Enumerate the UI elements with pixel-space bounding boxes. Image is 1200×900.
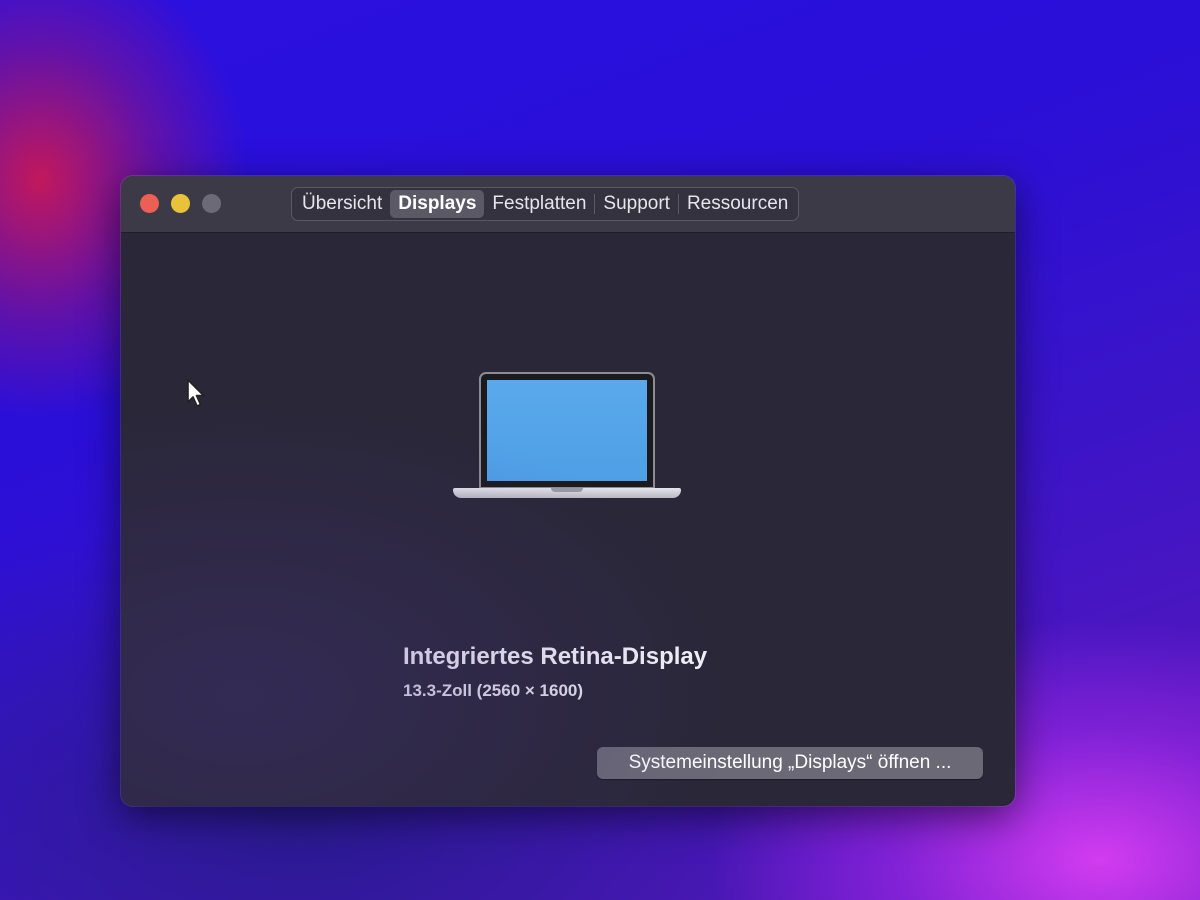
laptop-screen bbox=[487, 380, 647, 481]
displays-pane: Integriertes Retina-Display 13.3-Zoll (2… bbox=[121, 233, 1015, 806]
mouse-pointer-icon bbox=[187, 379, 205, 407]
tab-overview[interactable]: Übersicht bbox=[294, 190, 390, 218]
display-name: Integriertes Retina-Display bbox=[403, 643, 708, 670]
title-bar: Übersicht Displays Festplatten Support R… bbox=[121, 176, 1015, 233]
about-this-mac-window: Übersicht Displays Festplatten Support R… bbox=[121, 176, 1015, 806]
tab-displays[interactable]: Displays bbox=[390, 190, 485, 218]
close-button[interactable] bbox=[140, 194, 159, 213]
tab-storage[interactable]: Festplatten bbox=[484, 190, 594, 218]
display-spec: 13.3-Zoll (2560 × 1600) bbox=[403, 681, 584, 700]
tab-resources[interactable]: Ressourcen bbox=[679, 190, 796, 218]
laptop-icon bbox=[453, 372, 681, 506]
minimize-button[interactable] bbox=[171, 194, 190, 213]
open-display-settings-button[interactable]: Systemeinstellung „Displays“ öffnen ... bbox=[597, 747, 983, 779]
tab-support[interactable]: Support bbox=[595, 190, 678, 218]
zoom-button[interactable] bbox=[202, 194, 221, 213]
tab-bar: Übersicht Displays Festplatten Support R… bbox=[291, 187, 800, 221]
laptop-notch bbox=[551, 488, 583, 492]
laptop-lid bbox=[479, 372, 655, 489]
